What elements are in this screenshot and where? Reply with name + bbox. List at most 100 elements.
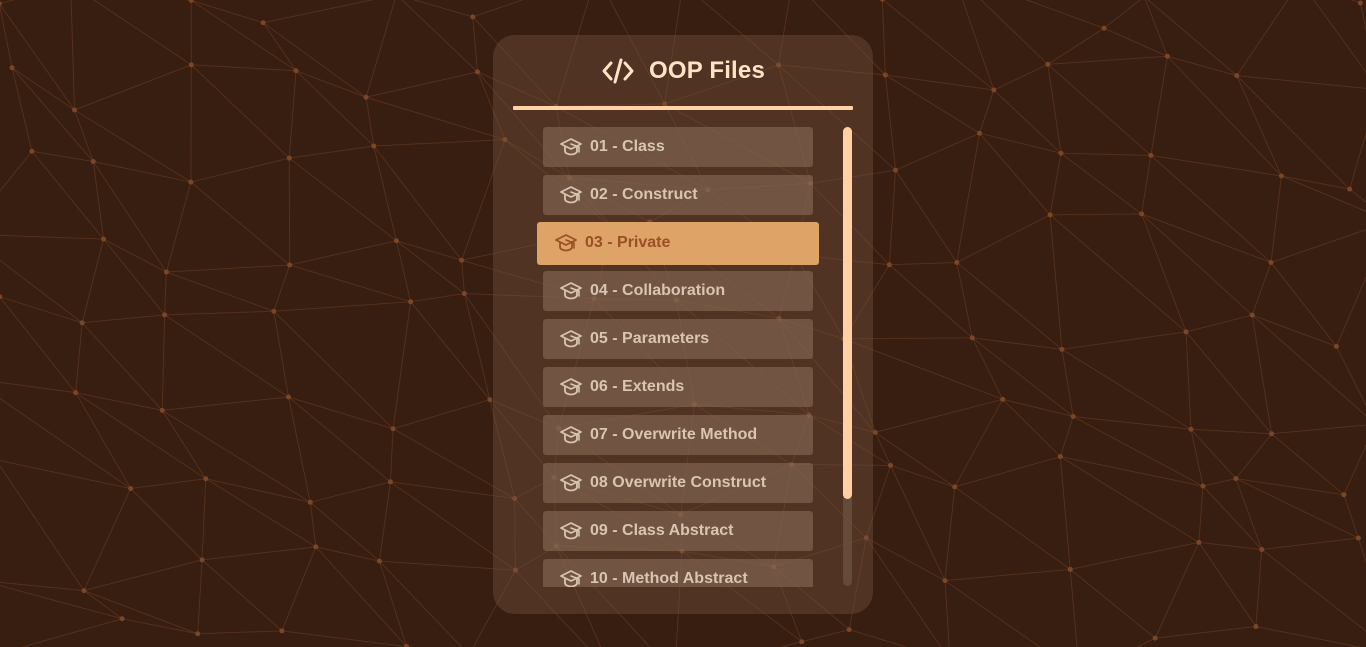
background-line <box>205 478 317 548</box>
background-line <box>165 181 192 273</box>
background-line <box>1047 64 1062 154</box>
files-panel: OOP Files 01 - Class 02 - Construct 03 - P… <box>493 35 873 614</box>
background-line <box>130 488 203 561</box>
background-line <box>161 314 166 411</box>
background-line <box>1313 0 1366 74</box>
graduation-cap-icon <box>554 231 578 255</box>
background-line <box>20 618 123 647</box>
background-line <box>1147 0 1238 76</box>
background-line <box>191 64 297 72</box>
background-line <box>92 161 105 240</box>
file-item[interactable]: 03 - Private <box>537 221 819 265</box>
background-node <box>81 588 87 594</box>
background-line <box>262 22 297 71</box>
graduation-cap-icon <box>559 279 583 303</box>
background-line <box>0 150 33 192</box>
background-line <box>1049 153 1062 215</box>
background-line <box>164 272 167 315</box>
background-line <box>954 456 1061 488</box>
background-node <box>1058 150 1064 156</box>
background-line <box>31 150 104 240</box>
file-item[interactable]: 09 - Class Abstract <box>543 511 813 551</box>
background-line <box>103 238 166 316</box>
code-icon <box>601 57 635 85</box>
background-line <box>378 481 391 562</box>
background-line <box>365 71 478 98</box>
background-line <box>202 546 316 561</box>
file-item[interactable]: 05 - Parameters <box>543 319 813 359</box>
background-line <box>885 74 980 134</box>
background-node <box>1000 396 1006 402</box>
background-line <box>890 464 955 488</box>
background-node <box>1268 259 1274 265</box>
background-line <box>81 238 105 323</box>
background-line <box>1050 213 1142 216</box>
background-line <box>83 590 123 620</box>
background-node <box>313 544 319 550</box>
graduation-cap-icon <box>559 471 583 495</box>
background-node <box>886 262 892 268</box>
file-list[interactable]: 01 - Class 02 - Construct 03 - Private 04 -… <box>493 121 873 587</box>
file-item[interactable]: 02 - Construct <box>543 175 813 215</box>
background-node <box>882 72 888 78</box>
background-node <box>1249 312 1255 318</box>
background-node <box>1183 329 1189 335</box>
page-title: OOP Files <box>648 57 766 84</box>
background-line <box>881 0 886 75</box>
file-item-label: 04 - Collaboration <box>590 282 726 299</box>
file-item-label: 03 - Private <box>585 234 671 251</box>
background-line <box>201 559 283 632</box>
background-line <box>263 0 374 24</box>
background-node <box>1253 624 1259 630</box>
background-line <box>1047 27 1105 65</box>
scrollbar-thumb[interactable] <box>843 127 852 499</box>
file-item[interactable]: 10 - Method Abstract <box>543 559 813 587</box>
background-line <box>944 568 1071 582</box>
background-line <box>1135 637 1156 647</box>
background-line <box>866 537 946 582</box>
background-line <box>164 314 289 398</box>
background-line <box>1167 55 1237 77</box>
file-item[interactable]: 04 - Collaboration <box>543 271 813 311</box>
background-line <box>1061 331 1187 350</box>
background-line <box>83 559 203 592</box>
background-line <box>389 428 394 482</box>
background-line <box>373 139 505 147</box>
background-line <box>1281 175 1350 190</box>
background-line <box>1251 314 1366 417</box>
background-line <box>295 70 375 147</box>
background-line <box>295 70 367 98</box>
background-line <box>83 488 132 591</box>
file-item[interactable]: 08 Overwrite Construct <box>543 463 813 503</box>
file-item[interactable]: 01 - Class <box>543 127 813 167</box>
background-node <box>459 257 465 263</box>
background-line <box>365 97 375 147</box>
background-line <box>472 0 524 18</box>
background-line <box>190 64 290 159</box>
background-node <box>285 394 291 400</box>
scrollbar-track[interactable] <box>843 127 852 586</box>
background-node <box>71 107 77 113</box>
background-line <box>874 431 956 488</box>
background-node <box>287 262 293 268</box>
background-line <box>1235 433 1272 479</box>
background-line <box>895 169 958 263</box>
background-node <box>119 616 125 622</box>
background-line <box>0 397 131 489</box>
file-item[interactable]: 07 - Overwrite Method <box>543 415 813 455</box>
background-line <box>1359 2 1366 33</box>
background-node <box>260 20 266 26</box>
background-line <box>1251 262 1272 316</box>
background-line <box>0 465 85 591</box>
background-line <box>1270 229 1366 263</box>
graduation-cap-icon <box>559 135 583 159</box>
background-line <box>201 478 207 560</box>
background-line <box>1335 276 1366 347</box>
background-node <box>286 155 292 161</box>
file-item[interactable]: 06 - Extends <box>543 367 813 407</box>
file-item-label: 02 - Construct <box>590 186 698 203</box>
background-line <box>472 16 478 72</box>
background-line <box>74 64 192 111</box>
background-node <box>363 94 369 100</box>
background-line <box>1185 331 1272 435</box>
